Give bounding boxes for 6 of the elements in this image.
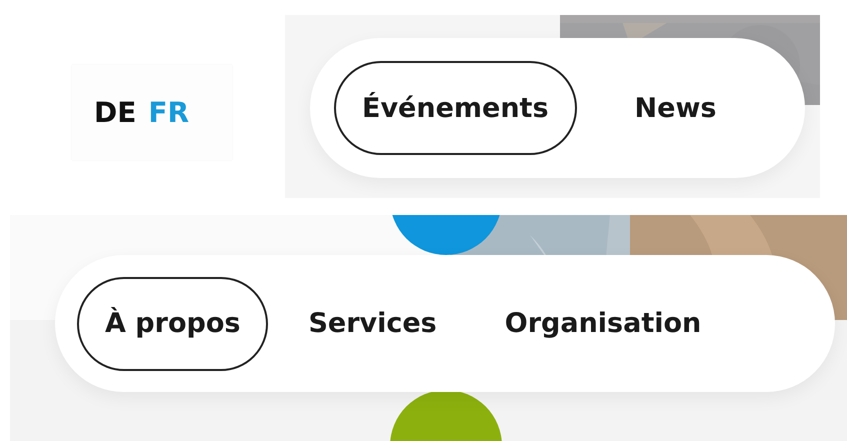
nav-tab[interactable]: Événements [334, 61, 577, 155]
nav-tab[interactable]: Services [280, 276, 465, 370]
language-link[interactable]: DE [94, 96, 136, 129]
nav-tab[interactable]: News [606, 61, 744, 155]
nav-tab[interactable]: À propos [77, 276, 268, 370]
nav-tab[interactable]: Organisation [476, 276, 730, 370]
